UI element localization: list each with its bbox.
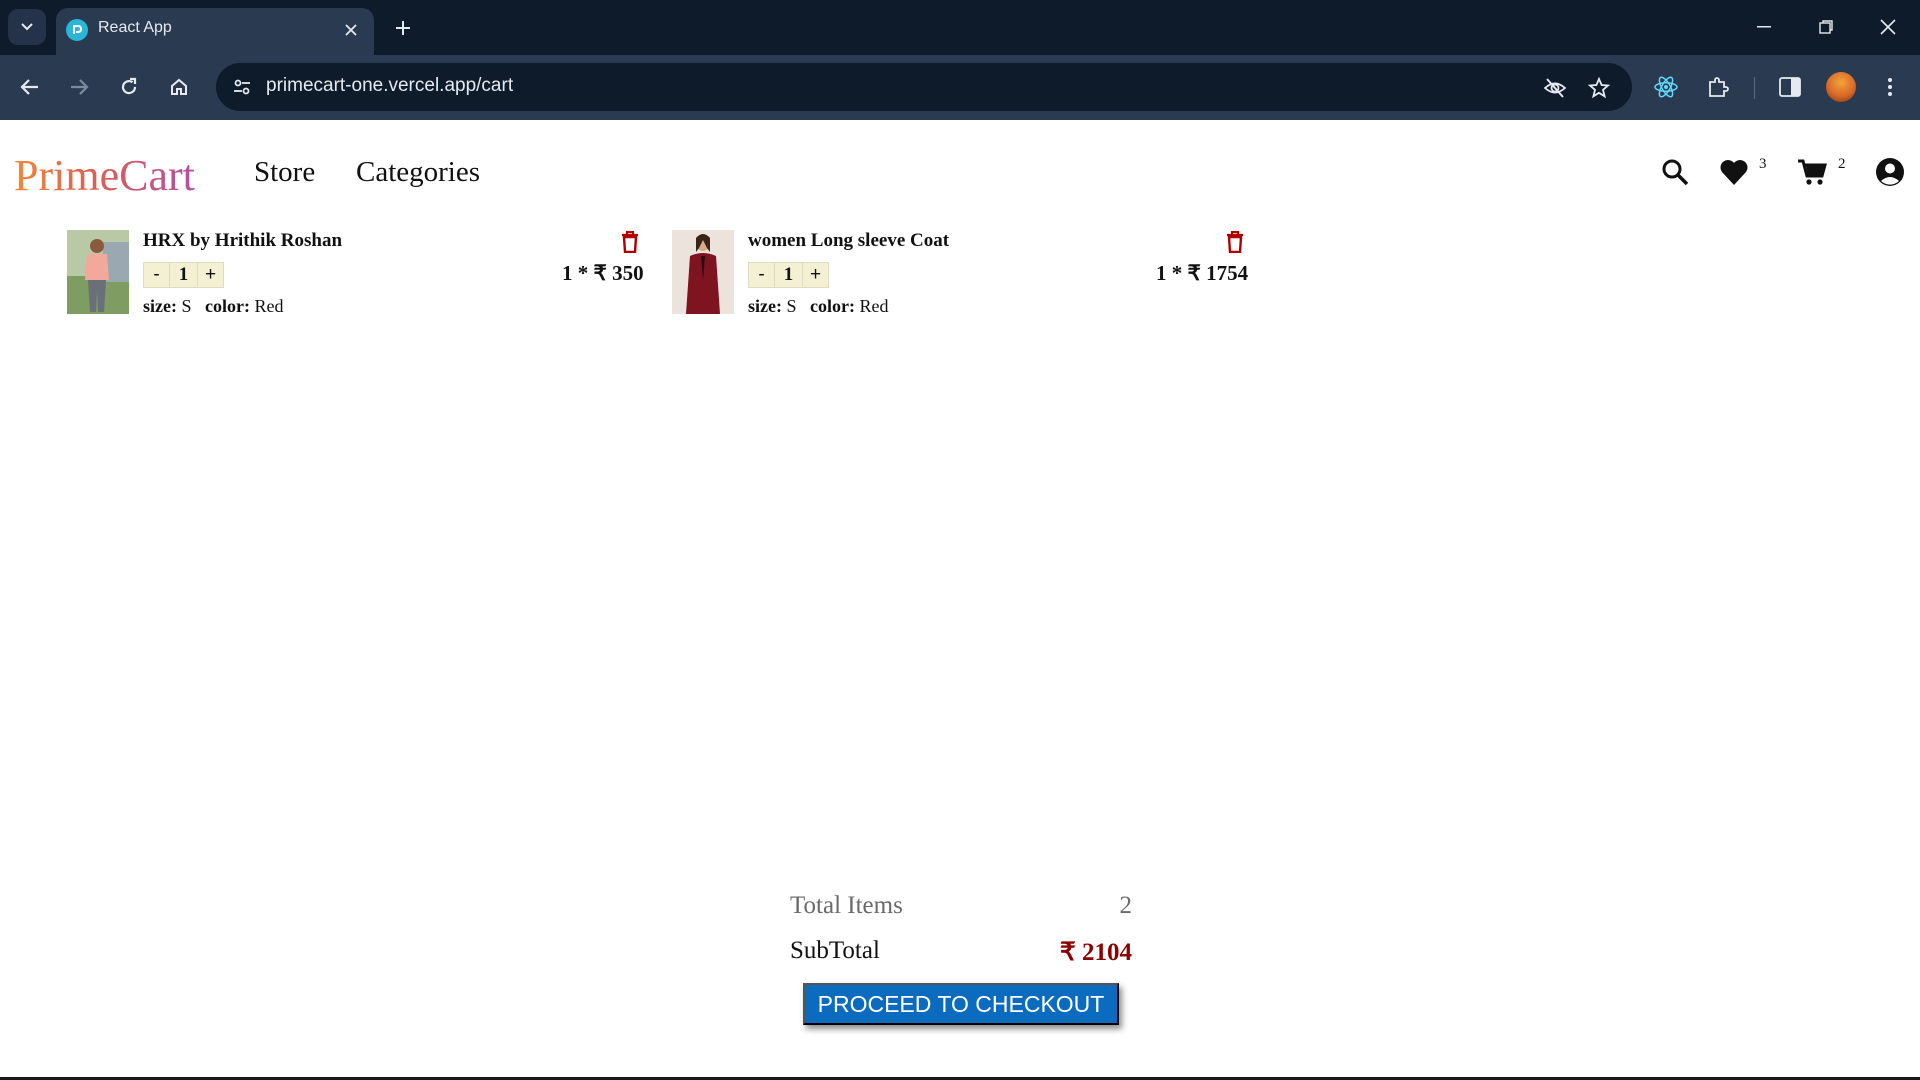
line-total: 1 * ₹ 350 [562,261,644,285]
subtotal-value: ₹ 2104 [1059,939,1132,966]
size-value: S [181,296,192,316]
quantity-value: 1 [170,262,197,288]
star-icon[interactable] [1586,75,1612,101]
cart-count: 2 [1838,156,1846,172]
cart-icon[interactable] [1796,156,1828,188]
trash-icon[interactable] [619,230,641,254]
home-button[interactable] [161,69,197,105]
minimize-button[interactable] [1740,8,1788,46]
tab-list-button[interactable] [8,9,46,45]
total-items-label: Total Items [790,892,903,919]
side-panel-icon[interactable] [1772,69,1808,105]
new-tab-button[interactable] [388,13,418,43]
close-icon[interactable] [340,19,362,41]
size-label: size: [748,296,782,316]
arrow-left-icon [20,79,38,95]
quantity-stepper: - 1 + [748,262,829,288]
site-logo[interactable]: PrimeCart [14,150,195,201]
color-value: Red [254,296,284,316]
product-title[interactable]: women Long sleeve Coat [748,230,949,252]
back-button[interactable] [12,69,48,105]
proceed-to-checkout-button[interactable]: PROCEED TO CHECKOUT [803,983,1119,1025]
react-icon[interactable] [1648,69,1684,105]
active-tab[interactable]: React App [56,8,374,55]
color-label: color: [810,296,855,316]
size-label: size: [143,296,177,316]
browser-tab-bar: React App [0,0,1920,55]
trash-icon[interactable] [1224,230,1246,254]
total-items-value: 2 [1119,892,1133,919]
forward-button[interactable] [61,69,97,105]
product-image[interactable] [67,230,129,314]
product-image[interactable] [672,230,734,314]
browser-toolbar: primecart-one.vercel.app/cart [0,55,1920,120]
product-title[interactable]: HRX by Hrithik Roshan [143,230,342,252]
close-window-button[interactable] [1864,8,1912,46]
quantity-stepper: - 1 + [143,262,224,288]
cart-item: women Long sleeve Coat - 1 + size: S col… [672,230,1252,325]
home-icon [171,78,187,95]
reload-button[interactable] [111,69,147,105]
decrease-quantity-button[interactable]: - [143,262,170,288]
kebab-menu-icon[interactable] [1872,69,1908,105]
toolbar-separator [1754,77,1755,99]
color-value: Red [859,296,889,316]
search-icon[interactable] [1659,156,1691,188]
increase-quantity-button[interactable]: + [802,262,829,288]
increase-quantity-button[interactable]: + [197,262,224,288]
quantity-value: 1 [775,262,802,288]
chevron-down-icon [21,23,33,31]
address-bar[interactable]: primecart-one.vercel.app/cart [216,63,1632,111]
nav-store[interactable]: Store [254,156,315,189]
account-icon[interactable] [1874,156,1906,188]
product-attributes: size: S color: Red [748,296,888,317]
reload-icon [121,77,137,95]
url-text[interactable]: primecart-one.vercel.app/cart [266,75,513,97]
nav-categories[interactable]: Categories [356,156,480,189]
color-label: color: [205,296,250,316]
subtotal-label: SubTotal [790,937,880,964]
cart-page: PrimeCart Store Categories 3 2 HRX by Hr… [0,120,1920,1080]
size-value: S [786,296,797,316]
line-total: 1 * ₹ 1754 [1156,261,1249,285]
restore-button[interactable] [1802,8,1850,46]
product-attributes: size: S color: Red [143,296,283,317]
heart-icon[interactable] [1718,156,1750,188]
decrease-quantity-button[interactable]: - [748,262,775,288]
tab-title: React App [98,19,172,36]
wishlist-count: 3 [1759,156,1767,172]
eye-off-icon[interactable] [1542,75,1568,101]
plus-icon [396,21,410,35]
profile-avatar[interactable] [1826,72,1856,102]
tune-icon[interactable] [230,75,254,99]
puzzle-icon[interactable] [1700,69,1736,105]
cart-item: HRX by Hrithik Roshan - 1 + size: S colo… [67,230,647,325]
react-app-favicon [66,19,88,41]
arrow-right-icon [71,79,89,95]
